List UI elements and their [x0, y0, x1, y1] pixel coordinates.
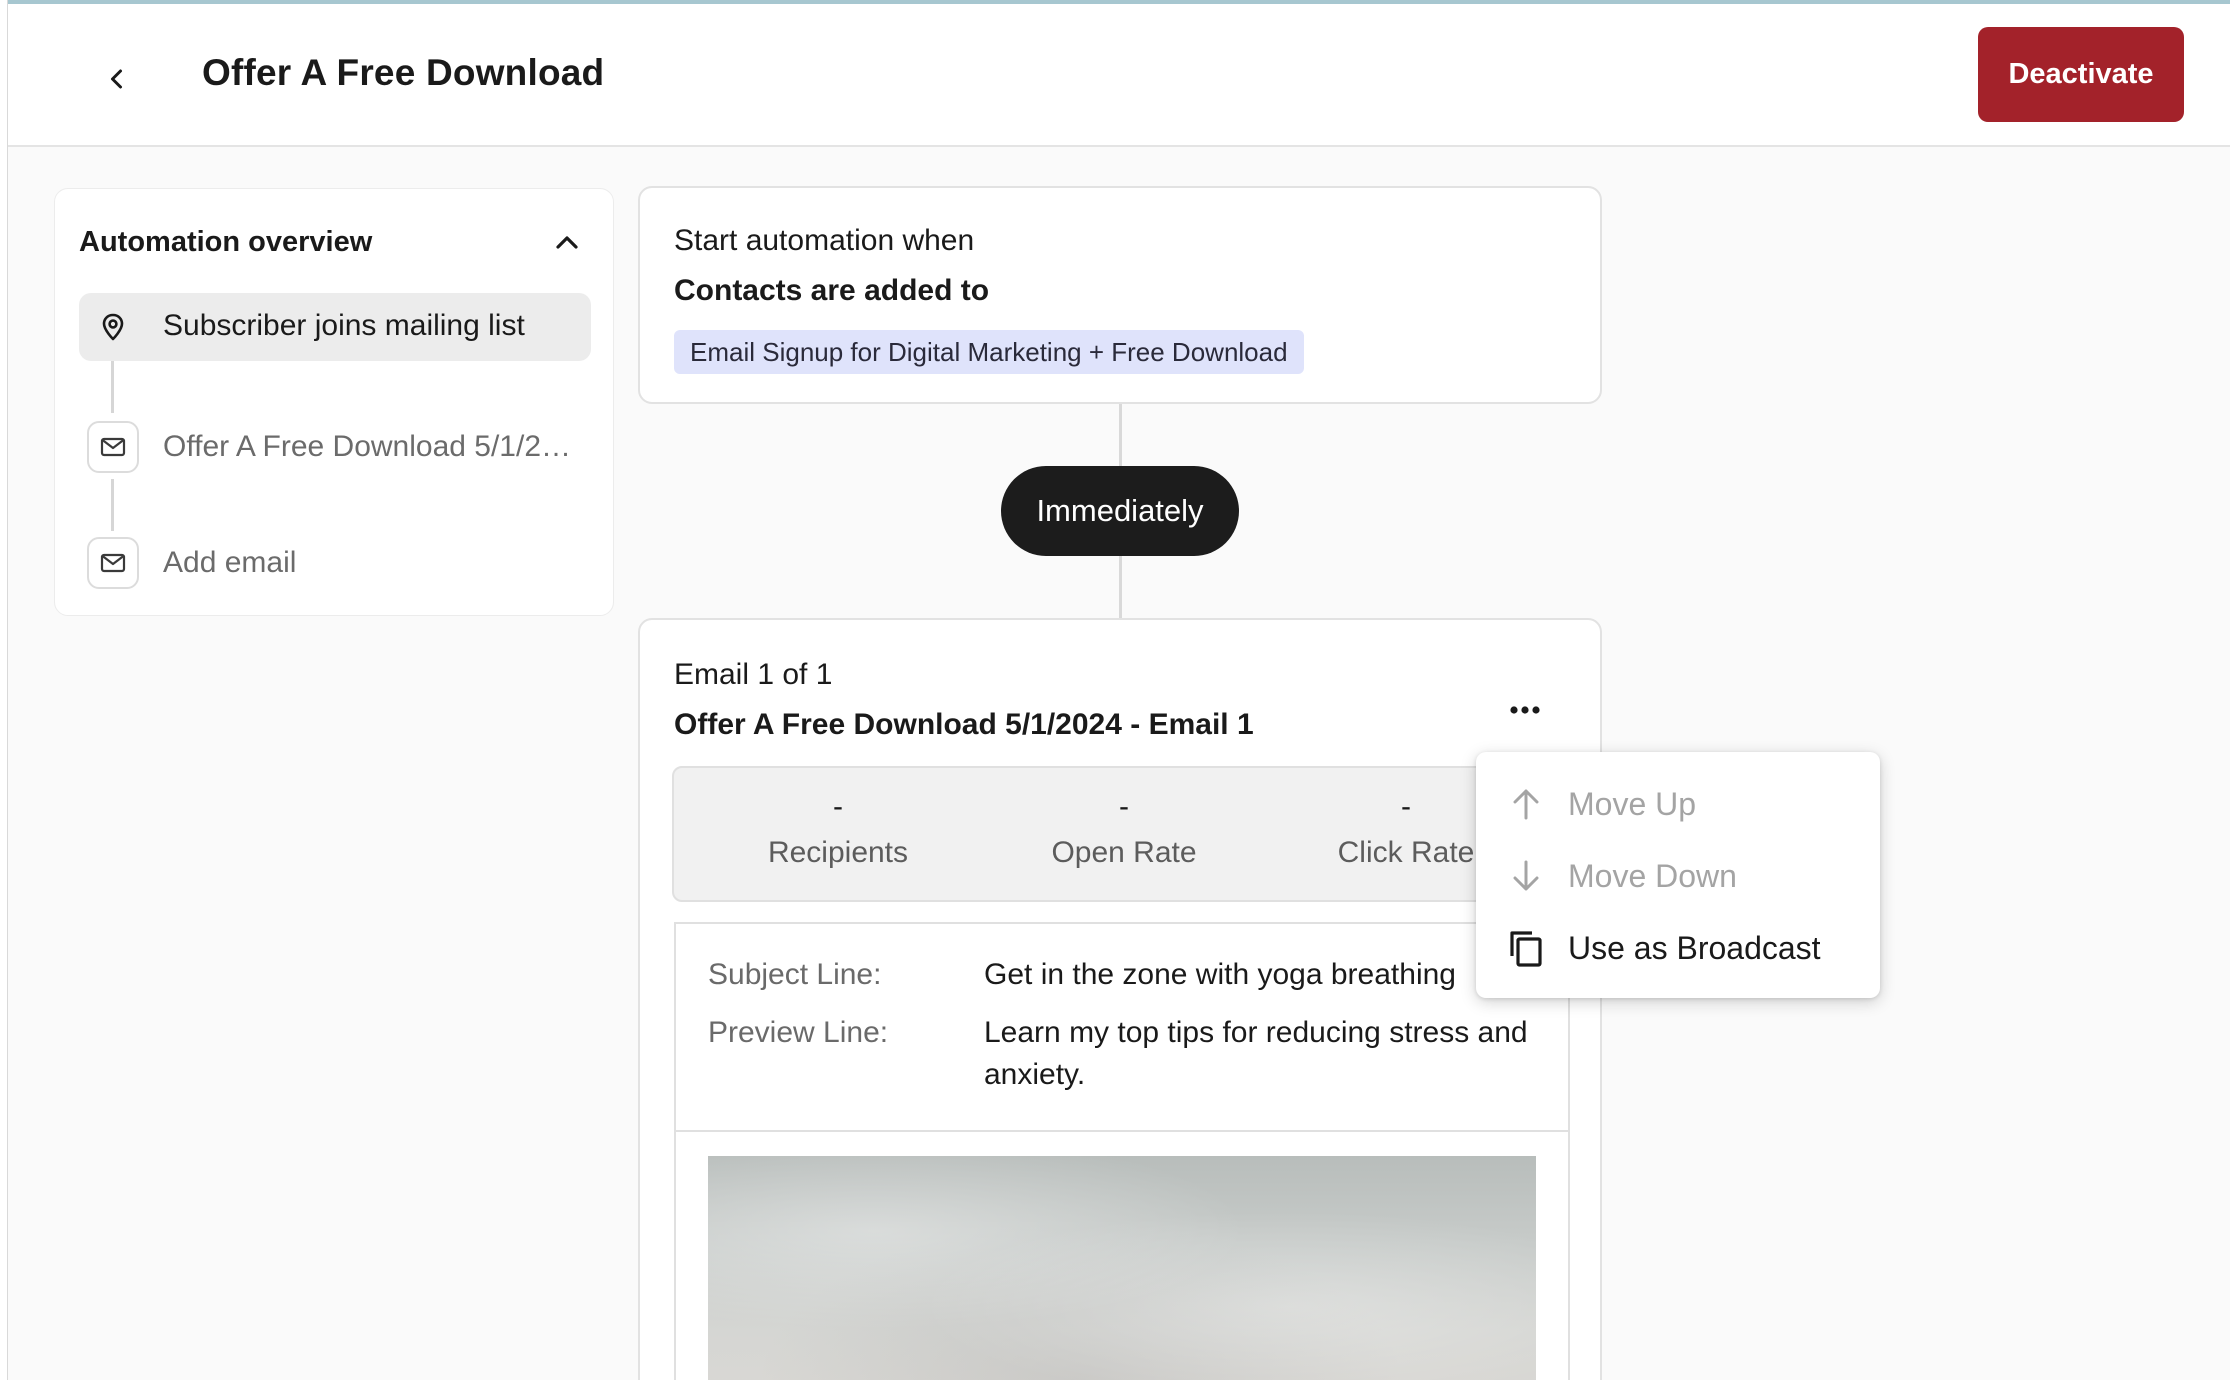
- page-title: Offer A Free Download: [202, 52, 605, 93]
- subject-line-value: Get in the zone with yoga breathing: [984, 958, 1456, 991]
- list-tag: Email Signup for Digital Marketing + Fre…: [674, 330, 1304, 374]
- mail-icon: [100, 437, 126, 457]
- email-name: Offer A Free Download 5/1/2024 - Email 1: [674, 708, 1254, 741]
- chevron-up-icon: [556, 236, 578, 249]
- stat-label: Recipients: [767, 836, 909, 869]
- stat-recipients: - Recipients: [698, 768, 978, 904]
- overview-item-label: Offer A Free Download 5/1/2024 - Email 1: [163, 430, 573, 463]
- email-stats: - Recipients - Open Rate - Click Rate: [672, 766, 1572, 902]
- overview-item-label: Subscriber joins mailing list: [163, 309, 525, 342]
- chevron-left-icon: [111, 69, 122, 89]
- menu-item-move-down[interactable]: Move Down: [1476, 842, 1880, 908]
- mail-icon: [100, 553, 126, 573]
- map-pin-icon: [102, 313, 124, 341]
- more-options-button[interactable]: [1498, 690, 1552, 730]
- menu-item-label: Move Down: [1568, 858, 1737, 894]
- stat-label: Open Rate: [1051, 836, 1197, 869]
- more-horizontal-icon: [1510, 706, 1540, 714]
- page-header: Offer A Free Download Deactivate: [8, 4, 2230, 147]
- menu-item-label: Move Up: [1568, 786, 1697, 822]
- email-count: Email 1 of 1: [674, 658, 833, 691]
- trigger-card[interactable]: Start automation when Contacts are added…: [638, 186, 1602, 404]
- arrow-up-icon: [1513, 789, 1539, 820]
- menu-item-use-as-broadcast[interactable]: Use as Broadcast: [1476, 914, 1880, 980]
- flow-connector: [1119, 404, 1122, 466]
- preview-line-label: Preview Line:: [708, 1016, 889, 1049]
- menu-item-move-up[interactable]: Move Up: [1476, 770, 1880, 836]
- mail-icon-box: [87, 421, 139, 473]
- automation-editor-page: Offer A Free Download Deactivate Automat…: [0, 0, 2230, 1380]
- stat-value: -: [1119, 790, 1129, 823]
- stat-open-rate: - Open Rate: [984, 768, 1264, 904]
- email-details: Subject Line: Get in the zone with yoga …: [674, 922, 1570, 1132]
- subject-line-label: Subject Line:: [708, 958, 882, 991]
- copy-icon: [1510, 931, 1542, 967]
- overview-connector: [111, 361, 114, 413]
- menu-item-label: Use as Broadcast: [1568, 930, 1821, 966]
- collapse-toggle[interactable]: [551, 227, 583, 259]
- trigger-condition: Contacts are added to: [674, 274, 990, 307]
- email-preview: [674, 1130, 1570, 1380]
- automation-overview-panel: Automation overview Subscriber joins mai…: [54, 188, 614, 616]
- overview-connector: [111, 479, 114, 531]
- overview-item-label: Add email: [163, 546, 297, 579]
- overview-item-add-email[interactable]: Add email: [79, 533, 591, 593]
- email-options-menu: Move Up Move Down Use as Broadcast: [1476, 752, 1880, 998]
- email-card: Email 1 of 1 Offer A Free Download 5/1/2…: [638, 618, 1602, 1380]
- stat-value: -: [833, 790, 843, 823]
- arrow-down-icon: [1513, 860, 1539, 891]
- trigger-intro: Start automation when: [674, 224, 975, 257]
- email-hero-image: [708, 1156, 1536, 1380]
- background-window-edge: [0, 0, 8, 1380]
- overview-item-trigger[interactable]: Subscriber joins mailing list: [79, 293, 591, 361]
- flow-connector: [1119, 556, 1122, 618]
- delay-pill[interactable]: Immediately: [1001, 466, 1239, 556]
- preview-line-value: Learn my top tips for reducing stress an…: [984, 1016, 1528, 1091]
- overview-title: Automation overview: [79, 226, 373, 258]
- overview-item-email[interactable]: Offer A Free Download 5/1/2024 - Email 1: [79, 417, 591, 477]
- mail-icon-box: [87, 537, 139, 589]
- deactivate-button[interactable]: Deactivate: [1978, 27, 2184, 122]
- back-button[interactable]: [92, 54, 142, 104]
